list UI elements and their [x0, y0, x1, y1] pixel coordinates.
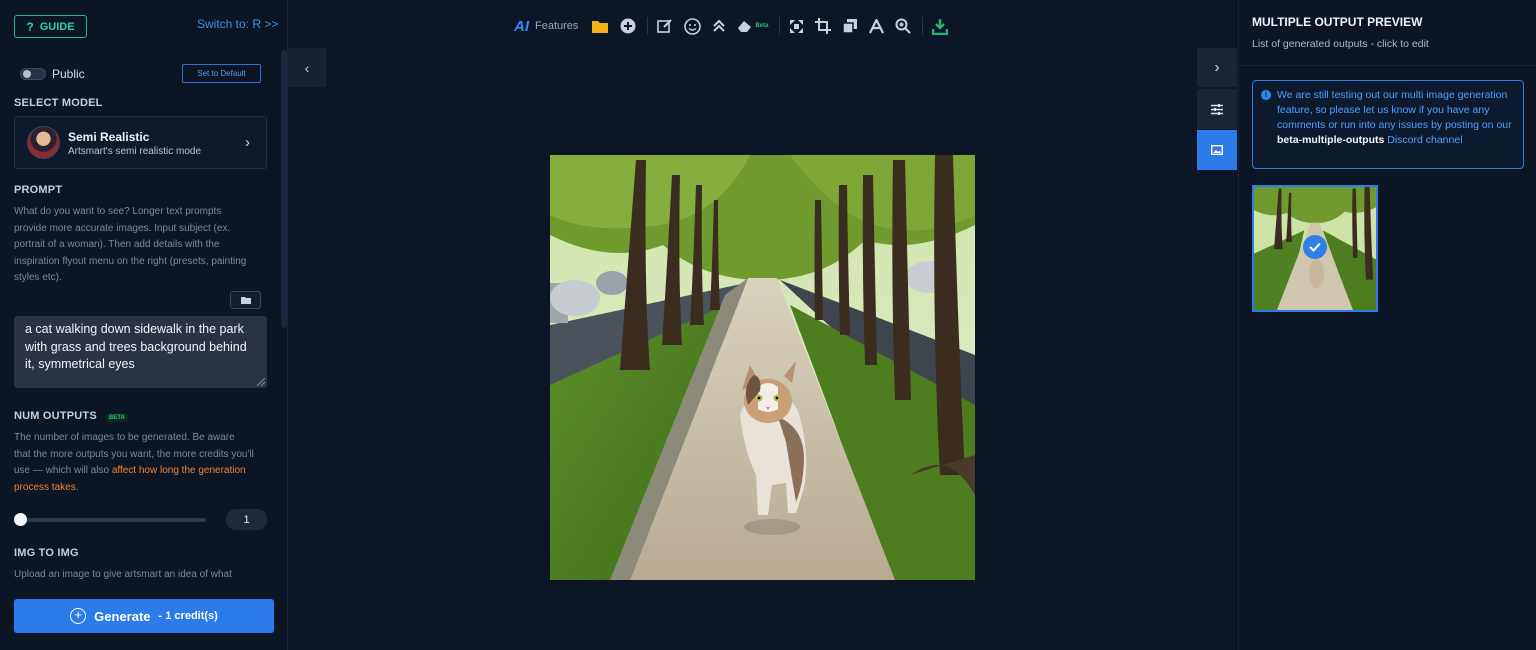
features-label[interactable]: Features: [535, 20, 578, 32]
collapse-right-panel-button[interactable]: ›: [1197, 48, 1237, 87]
right-sidebar: MULTIPLE OUTPUT PREVIEW List of generate…: [1238, 0, 1536, 650]
chevron-right-icon: ›: [1214, 59, 1220, 76]
num-outputs-help-text: The number of images to be generated. Be…: [14, 430, 254, 496]
toolbar-divider: [922, 17, 924, 35]
info-icon: i: [1261, 90, 1271, 100]
output-preview-tab[interactable]: [1197, 130, 1237, 170]
selected-check-icon: [1303, 235, 1327, 259]
prompt-title: PROMPT: [14, 184, 63, 196]
model-selector[interactable]: Semi Realistic Artsmart's semi realistic…: [14, 116, 267, 169]
num-outputs-value[interactable]: 1: [226, 509, 267, 530]
output-preview-title: MULTIPLE OUTPUT PREVIEW: [1252, 15, 1423, 29]
discord-channel-name: beta-multiple-outputs: [1277, 134, 1385, 146]
beta-info-notice: i We are still testing out our multi ima…: [1252, 80, 1524, 169]
resize-grip-icon[interactable]: [257, 378, 265, 386]
toolbar-divider: [779, 17, 781, 35]
prompt-folder-button[interactable]: [230, 291, 261, 309]
question-icon: ?: [26, 19, 34, 34]
settings-tab[interactable]: [1197, 89, 1237, 129]
info-text: We are still testing out our multi image…: [1277, 88, 1517, 148]
add-icon[interactable]: [620, 12, 636, 40]
generate-label: Generate: [94, 608, 151, 624]
crop-icon[interactable]: [815, 12, 832, 40]
left-sidebar: ? GUIDE Switch to: R >> Public Set to De…: [0, 0, 288, 650]
beta-badge: BETA: [106, 414, 128, 422]
collapse-left-panel-button[interactable]: ‹: [288, 48, 326, 87]
edit-icon[interactable]: [657, 12, 673, 40]
img-to-img-title: IMG TO IMG: [14, 547, 79, 559]
public-label: Public: [52, 67, 85, 81]
chevron-right-icon: ›: [245, 134, 250, 151]
text-icon[interactable]: [869, 12, 885, 40]
info-prefix: We are still testing out our multi image…: [1277, 89, 1512, 131]
divider: [1239, 65, 1536, 66]
generate-credits: - 1 credit(s): [158, 610, 218, 622]
select-model-title: SELECT MODEL: [14, 97, 103, 109]
sliders-icon: [1211, 103, 1223, 115]
download-icon[interactable]: [932, 12, 949, 40]
prompt-text: a cat walking down sidewalk in the park …: [25, 322, 247, 371]
face-icon[interactable]: [684, 12, 702, 40]
model-avatar: [27, 126, 60, 159]
model-description: Artsmart's semi realistic mode: [68, 146, 202, 157]
num-outputs-slider-track[interactable]: [20, 518, 206, 522]
prompt-input[interactable]: a cat walking down sidewalk in the park …: [14, 316, 267, 388]
num-outputs-slider-thumb[interactable]: [14, 513, 27, 526]
image-icon: [1211, 145, 1223, 155]
folder-icon: [240, 297, 251, 304]
toolbar-divider: [647, 17, 649, 35]
set-default-button[interactable]: Set to Default: [182, 64, 261, 83]
eraser-icon[interactable]: Beta: [737, 12, 768, 40]
beta-label: Beta: [755, 23, 769, 29]
guide-label: GUIDE: [39, 20, 75, 33]
folder-icon[interactable]: [592, 12, 609, 40]
editor-toolbar: AI Features Beta: [514, 12, 959, 40]
cat-on-sidewalk-image: [550, 155, 975, 580]
img-to-img-help-text: Upload an image to give artsmart an idea…: [14, 569, 232, 580]
generated-image[interactable]: [550, 155, 975, 580]
left-scrollbar[interactable]: [281, 50, 287, 328]
switch-mode-link[interactable]: Switch to: R >>: [197, 17, 278, 31]
model-name: Semi Realistic: [68, 130, 150, 144]
generate-button[interactable]: + Generate - 1 credit(s): [14, 599, 274, 633]
upscale-icon[interactable]: [712, 12, 726, 40]
plus-circle-icon: +: [70, 608, 87, 624]
expand-icon[interactable]: [789, 12, 804, 40]
output-thumbnail[interactable]: [1252, 185, 1378, 312]
info-suffix[interactable]: Discord channel: [1384, 134, 1462, 146]
num-outputs-title: NUM OUTPUTS: [14, 410, 97, 422]
guide-button[interactable]: ? GUIDE: [14, 15, 87, 38]
chevron-left-icon: ‹: [304, 59, 310, 76]
output-preview-subtitle: List of generated outputs - click to edi…: [1252, 38, 1429, 50]
ai-logo[interactable]: AI: [514, 18, 529, 35]
zoom-icon[interactable]: [895, 12, 912, 40]
public-toggle[interactable]: [20, 68, 46, 80]
layers-icon[interactable]: [842, 12, 858, 40]
prompt-help-text: What do you want to see? Longer text pro…: [14, 206, 247, 283]
